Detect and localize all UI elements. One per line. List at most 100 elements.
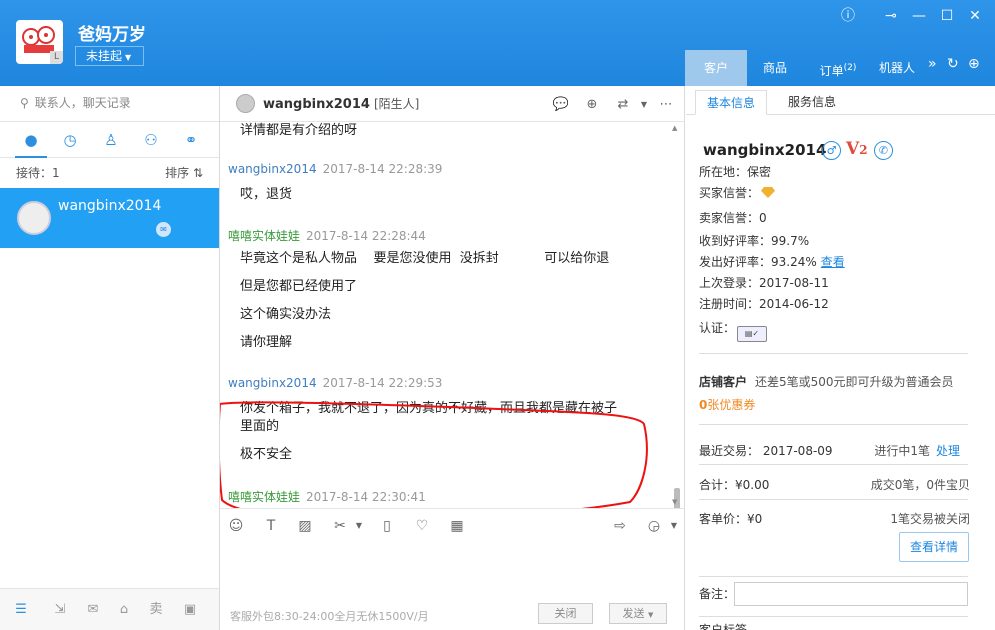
- contact-list-item[interactable]: wangbinx2014 ✉: [0, 188, 219, 248]
- given-positive-rate: 发出好评率：93.24% 查看: [699, 255, 845, 269]
- handle-link[interactable]: 处理: [936, 444, 960, 458]
- send-file-icon[interactable]: ⇨: [611, 517, 629, 535]
- minimize-icon[interactable]: —: [910, 8, 928, 24]
- add-contact-icon[interactable]: ⊕: [583, 96, 601, 114]
- message-header: 嘻嘻实体娃娃 2017-8-14 22:28:44: [228, 227, 426, 244]
- heart-icon[interactable]: ♡: [413, 517, 431, 535]
- add-tab-icon[interactable]: ⊕: [968, 56, 980, 72]
- view-link[interactable]: 查看: [821, 255, 845, 269]
- group-icon[interactable]: ⚇: [141, 130, 161, 150]
- avatar: [17, 201, 51, 235]
- more-icon[interactable]: ⋯: [657, 96, 675, 114]
- caret-down-icon: ▼: [648, 611, 654, 619]
- tab-basic-info[interactable]: 基本信息: [695, 90, 767, 115]
- buyer-credit: 买家信誉：: [699, 184, 776, 201]
- history-icon[interactable]: ◶: [645, 517, 663, 535]
- view-details-button[interactable]: 查看详情: [899, 532, 969, 562]
- chat-bubble-icon[interactable]: ●: [15, 130, 47, 158]
- status-dropdown[interactable]: 未挂起 ▼: [75, 46, 144, 66]
- search-box[interactable]: ⚲ 联系人，聊天记录: [0, 86, 219, 122]
- window-icon[interactable]: ▣: [181, 601, 199, 619]
- export-icon[interactable]: ⇲: [51, 601, 69, 619]
- certification: 认证： ▤✓: [699, 319, 768, 342]
- transfer-icon[interactable]: ⇄: [614, 96, 632, 114]
- vip-badge: V2: [846, 139, 868, 159]
- divider: [699, 616, 968, 617]
- menu-icon[interactable]: ☰: [12, 601, 30, 619]
- message-header: wangbinx2014 2017-8-14 22:29:53: [228, 376, 442, 390]
- chat-footer: 客服外包8:30-24:00全月无休1500V/月 关闭 发送 ▼: [220, 598, 685, 630]
- caret-down-icon: ▼: [125, 53, 132, 62]
- divider: [699, 499, 968, 500]
- calculator-icon[interactable]: ▦: [448, 517, 466, 535]
- chat-toolbar: ☺ T ▨ ✂ ▼ ▯ ♡ ▦ ⇨ ◶ ▼: [220, 508, 685, 542]
- orders-count-badge: (2): [843, 63, 857, 73]
- chat-panel: wangbinx2014 [陌生人] 💬 ⊕ ⇄ ▼ ⋯ 详情都是有介绍的呀 wa…: [220, 86, 685, 630]
- store-icon[interactable]: ⌂: [115, 601, 133, 619]
- scroll-down-icon[interactable]: ▼: [672, 498, 677, 506]
- note-label: 备注：: [699, 587, 736, 601]
- scissors-icon[interactable]: ✂: [331, 517, 349, 535]
- note-input[interactable]: [734, 582, 968, 606]
- caret-down-icon[interactable]: ▼: [635, 96, 653, 114]
- message-list: 详情都是有介绍的呀 wangbinx2014 2017-8-14 22:28:39…: [220, 122, 685, 508]
- coupons[interactable]: 0张优惠券: [699, 396, 755, 413]
- send-button[interactable]: 发送 ▼: [609, 603, 667, 624]
- sender-name: 嘻嘻实体娃娃: [228, 229, 301, 243]
- message-text: 哎，退货: [240, 187, 293, 202]
- tab-orders[interactable]: 订单(2): [807, 50, 869, 86]
- sender-name: wangbinx2014: [228, 376, 317, 390]
- phone-icon[interactable]: ✆: [874, 141, 893, 160]
- refresh-icon[interactable]: ↻: [947, 56, 959, 72]
- avatar: [236, 94, 255, 113]
- pin-icon[interactable]: ⊸: [882, 8, 900, 24]
- message-header: wangbinx2014 2017-8-14 22:28:39: [228, 162, 442, 176]
- male-icon: ♂: [822, 141, 841, 160]
- caret-down-icon[interactable]: ▼: [665, 517, 683, 535]
- sort-button[interactable]: 排序 ⇅: [165, 158, 203, 188]
- receiving-count: 接待：1: [16, 166, 60, 180]
- vibrate-icon[interactable]: ▯: [378, 517, 396, 535]
- clock-icon[interactable]: ◷: [60, 130, 80, 150]
- quick-reply-icon[interactable]: 💬: [552, 96, 570, 114]
- message-text: 毕竟这个是私人物品 要是您没使用 没拆封 可以给你退: [240, 251, 610, 266]
- close-window-icon[interactable]: ✕: [966, 8, 984, 24]
- recent-trade-row: 最近交易： 2017-08-09 进行中1笔 处理: [699, 444, 960, 458]
- customer-name: wangbinx2014: [703, 141, 827, 159]
- tab-customer[interactable]: 客户: [685, 50, 747, 86]
- more-tabs-icon[interactable]: »: [928, 56, 937, 72]
- message-time: 2017-8-14 22:28:39: [322, 162, 443, 176]
- avg-price-row: 客单价：¥0 1笔交易被关闭: [699, 512, 970, 526]
- sidebar-tabs: ● ◷ ♙ ⚇ ⚭: [0, 122, 219, 158]
- divider: [699, 576, 968, 577]
- shop-customer: 店铺客户 还差5笔或500元即可升级为普通会员: [699, 375, 954, 389]
- contact-icon[interactable]: ♙: [101, 130, 121, 150]
- sidebar-bottom-bar: ☰ ⇲ ✉ ⌂ 卖 ▣: [0, 588, 219, 630]
- emoji-icon[interactable]: ☺: [227, 517, 245, 535]
- tab-service-info[interactable]: 服务信息: [776, 90, 848, 115]
- close-button[interactable]: 关闭: [538, 603, 593, 624]
- seller-credit: 卖家信誉：0: [699, 211, 767, 225]
- image-icon[interactable]: ▨: [296, 517, 314, 535]
- tab-robot[interactable]: 机器人: [869, 50, 925, 86]
- caret-down-icon[interactable]: ▼: [350, 517, 368, 535]
- id-card-icon: ▤✓: [737, 326, 768, 342]
- message-text: 请你理解: [240, 335, 293, 350]
- mail-icon[interactable]: ✉: [84, 601, 102, 619]
- tab-products[interactable]: 商品: [747, 50, 803, 86]
- status-label: 未挂起: [86, 49, 123, 63]
- message-input[interactable]: [220, 542, 685, 598]
- font-icon[interactable]: T: [262, 517, 280, 535]
- location: 所在地：保密: [699, 165, 772, 179]
- scroll-up-icon[interactable]: ▲: [672, 124, 677, 132]
- closed-trades: 1笔交易被关闭: [890, 512, 970, 526]
- search-icon: ⚲: [20, 96, 29, 110]
- maximize-icon[interactable]: ☐: [938, 8, 956, 24]
- chat-header: wangbinx2014 [陌生人] 💬 ⊕ ⇄ ▼ ⋯: [220, 86, 685, 122]
- help-icon[interactable]: ⓘ: [839, 8, 857, 24]
- panel-tabs: 基本信息 服务信息: [686, 86, 995, 115]
- sell-icon[interactable]: 卖: [147, 601, 165, 619]
- contact-name: wangbinx2014: [58, 198, 162, 214]
- message-icon: ✉: [156, 222, 171, 237]
- org-icon[interactable]: ⚭: [181, 130, 201, 150]
